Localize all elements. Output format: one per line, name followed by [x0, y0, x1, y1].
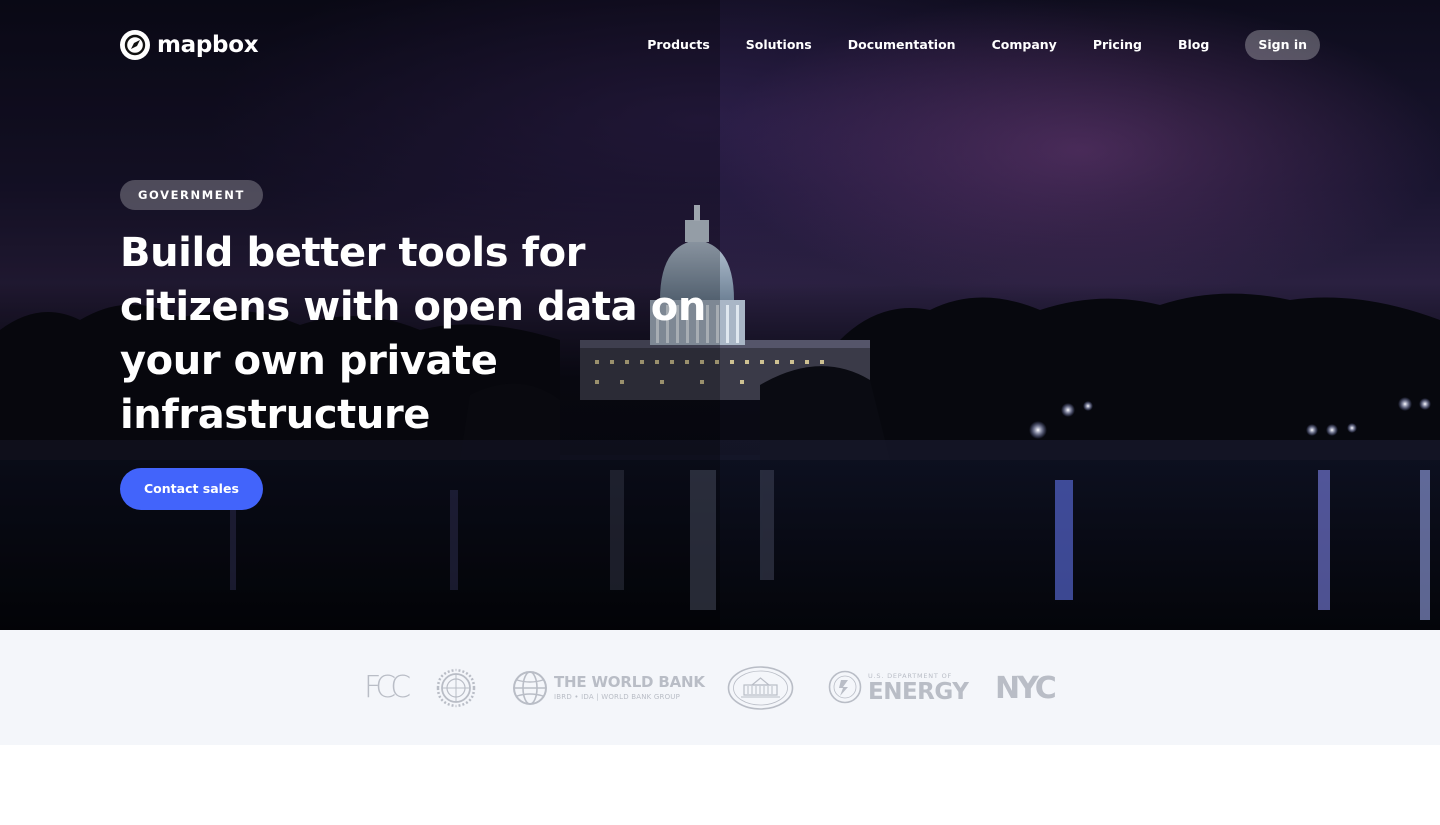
world-bank-subtitle: IBRD • IDA | WORLD BANK GROUP — [554, 693, 681, 701]
nyc-logo-text: NYC — [995, 671, 1057, 706]
energy-label: ENERGY — [868, 678, 969, 705]
nav-solutions[interactable]: Solutions — [746, 30, 812, 60]
main-nav: Products Solutions Documentation Company… — [647, 30, 1320, 60]
fcc-logo: FCC — [364, 670, 411, 705]
world-bank-title: THE WORLD BANK — [554, 673, 705, 691]
nav-company[interactable]: Company — [992, 30, 1057, 60]
world-bank-globe-icon — [513, 671, 547, 705]
brand-logo[interactable]: mapbox — [120, 29, 259, 61]
white-house-seal-icon — [727, 666, 794, 710]
un-logo — [435, 668, 477, 708]
brand-name: mapbox — [157, 32, 259, 58]
world-bank-logo: THE WORLD BANK IBRD • IDA | WORLD BANK G… — [512, 670, 705, 706]
mapbox-logo-icon — [120, 30, 150, 60]
nyc-logo: NYC — [995, 671, 1057, 706]
energy-seal-icon — [828, 670, 862, 704]
white-house-logo — [727, 666, 794, 710]
un-emblem-icon — [436, 668, 476, 708]
nav-blog[interactable]: Blog — [1178, 30, 1209, 60]
hero-section: mapbox Products Solutions Documentation … — [0, 0, 1440, 630]
client-logo-strip: FCC THE WORLD BANK IBRD • IDA | WORLD BA… — [0, 630, 1440, 745]
contact-sales-button[interactable]: Contact sales — [120, 468, 263, 510]
hero-headline: Build better tools for citizens with ope… — [120, 230, 706, 438]
fcc-logo-text: FCC — [364, 670, 411, 705]
category-badge: GOVERNMENT — [120, 180, 263, 210]
energy-wordmark: U.S. DEPARTMENT OF ENERGY — [868, 672, 969, 705]
nav-pricing[interactable]: Pricing — [1093, 30, 1142, 60]
world-bank-wordmark: THE WORLD BANK IBRD • IDA | WORLD BANK G… — [554, 674, 705, 702]
sign-in-button[interactable]: Sign in — [1245, 30, 1320, 60]
energy-logo: U.S. DEPARTMENT OF ENERGY — [828, 670, 969, 705]
nav-products[interactable]: Products — [647, 30, 710, 60]
nav-documentation[interactable]: Documentation — [848, 30, 956, 60]
